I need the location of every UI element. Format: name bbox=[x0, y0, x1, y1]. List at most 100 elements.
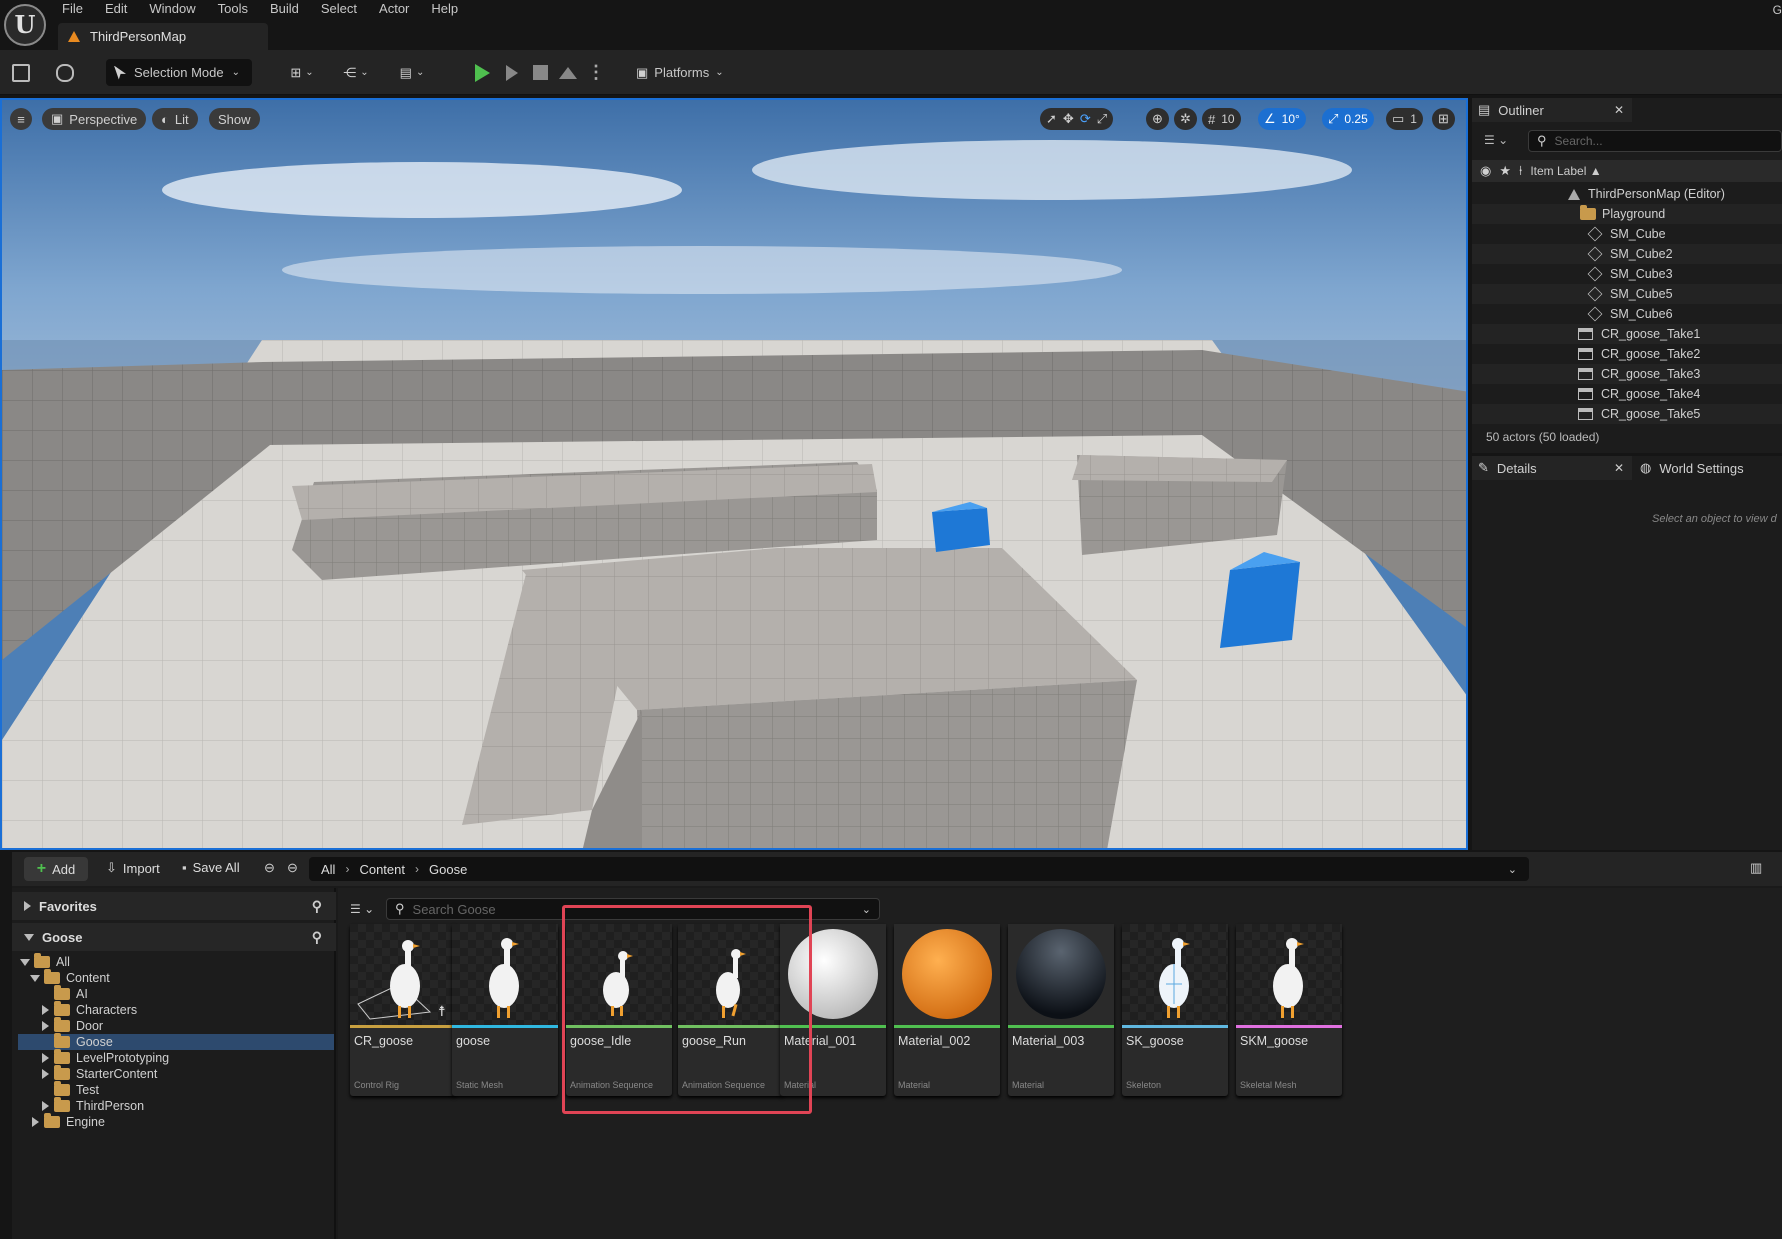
camera-speed-button[interactable]: ▭ 1 bbox=[1386, 108, 1423, 130]
browse-icon[interactable] bbox=[52, 59, 78, 86]
folder-item-test[interactable]: Test bbox=[54, 1081, 334, 1098]
level-viewport[interactable]: ≡ ▣ Perspective ◐ Lit Show ➚ ✥ ⟳ ⤢ ⊕ ✲ #… bbox=[0, 98, 1468, 850]
scale-snap-button[interactable]: ⤢ 0.25 bbox=[1322, 108, 1374, 130]
outliner-row[interactable]: CR_goose_Take2 bbox=[1472, 344, 1782, 364]
asset-tile-material-002[interactable]: Material_002 Material bbox=[894, 924, 1000, 1096]
pin-icon[interactable]: ⍿ bbox=[1519, 163, 1522, 179]
menu-file[interactable]: File bbox=[62, 0, 94, 18]
outliner-row-label: SM_Cube5 bbox=[1610, 287, 1673, 301]
viewport-layout-button[interactable]: ⊞ bbox=[1432, 108, 1455, 130]
folder-item-goose[interactable]: Goose bbox=[18, 1033, 334, 1050]
outliner-tab[interactable]: ▤ Outliner ✕ bbox=[1472, 98, 1632, 122]
outliner-column-header[interactable]: ◉ ★ ⍿ Item Label ▲ bbox=[1472, 160, 1782, 182]
close-icon[interactable]: ✕ bbox=[1614, 461, 1624, 475]
asset-tile-material-003[interactable]: Material_003 Material bbox=[1008, 924, 1114, 1096]
menu-select[interactable]: Select bbox=[321, 0, 368, 18]
breadcrumb-goose[interactable]: Goose bbox=[429, 862, 467, 877]
close-icon[interactable]: ✕ bbox=[1614, 103, 1624, 117]
cinematics-button[interactable]: ▤ ⌄ bbox=[392, 59, 432, 86]
lit-button[interactable]: ◐ Lit bbox=[152, 108, 198, 130]
search-icon[interactable]: ⚲ bbox=[312, 929, 322, 946]
asset-name: goose bbox=[456, 1034, 491, 1048]
platforms-dropdown[interactable]: ▣ Platforms ⌄ bbox=[636, 59, 724, 86]
outliner-row[interactable]: SM_Cube3 bbox=[1472, 264, 1782, 284]
outliner-row[interactable]: SM_Cube bbox=[1472, 224, 1782, 244]
folder-item-all[interactable]: All bbox=[20, 953, 334, 970]
move-tool-icon[interactable]: ✥ bbox=[1063, 111, 1074, 127]
world-space-button[interactable]: ⊕ bbox=[1146, 108, 1169, 130]
save-icon[interactable] bbox=[10, 59, 32, 86]
play-button[interactable] bbox=[470, 59, 494, 86]
asset-tile-cr-goose[interactable]: ☨ CR_goose Control Rig bbox=[350, 924, 456, 1096]
outliner-row[interactable]: CR_goose_Take4 bbox=[1472, 384, 1782, 404]
outliner-row[interactable]: SM_Cube5 bbox=[1472, 284, 1782, 304]
eye-icon[interactable]: ◉ bbox=[1480, 163, 1491, 179]
folder-item-content[interactable]: Content bbox=[30, 969, 334, 986]
add-actor-button[interactable]: ⊞ ⌄ bbox=[282, 59, 322, 86]
chevron-down-icon[interactable]: ⌄ bbox=[1508, 863, 1517, 876]
expand-icon bbox=[32, 1117, 39, 1127]
outliner-row[interactable]: ThirdPersonMap (Editor) bbox=[1472, 184, 1782, 204]
folder-item-engine[interactable]: Engine bbox=[32, 1113, 334, 1130]
perspective-button[interactable]: ▣ Perspective bbox=[42, 108, 147, 130]
star-icon[interactable]: ★ bbox=[1499, 163, 1511, 179]
history-back-button[interactable]: ⊖ bbox=[264, 860, 275, 876]
angle-snap-button[interactable]: ∠ 10° bbox=[1258, 108, 1306, 130]
rotate-tool-icon[interactable]: ⟳ bbox=[1080, 111, 1091, 127]
chevron-down-icon[interactable]: ⌄ bbox=[862, 903, 871, 916]
folder-item-door[interactable]: Door bbox=[42, 1017, 334, 1034]
folder-item-levelprototyping[interactable]: LevelPrototyping bbox=[42, 1049, 334, 1066]
chevron-right-icon[interactable]: › bbox=[415, 862, 419, 876]
chevron-right-icon[interactable]: › bbox=[345, 862, 349, 876]
favorites-header[interactable]: Favorites ⚲ bbox=[12, 892, 336, 920]
search-icon[interactable]: ⚲ bbox=[312, 898, 322, 915]
outliner-row[interactable]: CR_goose_Take1 bbox=[1472, 324, 1782, 344]
document-tab-map[interactable]: ThirdPersonMap bbox=[58, 23, 268, 50]
goose-header[interactable]: Goose ⚲ bbox=[12, 923, 336, 951]
select-tool-icon[interactable]: ➚ bbox=[1046, 111, 1057, 127]
outliner-row[interactable]: CR_goose_Take3 bbox=[1472, 364, 1782, 384]
show-button[interactable]: Show bbox=[209, 108, 260, 130]
folder-item-startercontent[interactable]: StarterContent bbox=[42, 1065, 334, 1082]
filter-icon[interactable]: ☰ ⌄ bbox=[1484, 133, 1508, 147]
menu-edit[interactable]: Edit bbox=[105, 0, 138, 18]
asset-tile-goose[interactable]: goose Static Mesh bbox=[452, 924, 558, 1096]
save-all-button[interactable]: ▪ Save All bbox=[182, 860, 240, 875]
outliner-row[interactable]: SM_Cube6 bbox=[1472, 304, 1782, 324]
grid-snap-button[interactable]: # 10 bbox=[1202, 108, 1241, 130]
unreal-logo-icon[interactable]: U bbox=[4, 4, 46, 46]
outliner-search-input[interactable]: ⚲ Search... bbox=[1528, 130, 1782, 152]
add-button[interactable]: + Add bbox=[24, 857, 88, 881]
menu-build[interactable]: Build bbox=[270, 0, 310, 18]
eject-button[interactable] bbox=[556, 59, 580, 86]
breadcrumb-content[interactable]: Content bbox=[359, 862, 405, 877]
import-button[interactable]: ⇩ Import bbox=[106, 860, 160, 876]
menu-tools[interactable]: Tools bbox=[218, 0, 259, 18]
outliner-row[interactable]: SM_Cube2 bbox=[1472, 244, 1782, 264]
asset-tile-sk-goose[interactable]: SK_goose Skeleton bbox=[1122, 924, 1228, 1096]
details-tab[interactable]: ✎ Details ✕ bbox=[1472, 456, 1632, 480]
stop-button[interactable] bbox=[528, 59, 552, 86]
layout-toggle-button[interactable]: ▥ bbox=[1750, 860, 1762, 876]
history-forward-button[interactable]: ⊖ bbox=[287, 860, 298, 876]
advance-frame-button[interactable] bbox=[500, 59, 524, 86]
surface-snap-button[interactable]: ✲ bbox=[1174, 108, 1197, 130]
play-options-button[interactable]: ⋮ bbox=[587, 59, 605, 86]
filter-icon[interactable]: ☰ ⌄ bbox=[350, 902, 374, 916]
menu-help[interactable]: Help bbox=[431, 0, 469, 18]
asset-tile-skm-goose[interactable]: SKM_goose Skeletal Mesh bbox=[1236, 924, 1342, 1096]
folder-item-thirdperson[interactable]: ThirdPerson bbox=[42, 1097, 334, 1114]
selection-mode-dropdown[interactable]: Selection Mode ⌄ bbox=[106, 59, 252, 86]
outliner-row[interactable]: CR_goose_Take5 bbox=[1472, 404, 1782, 424]
folder-item-ai[interactable]: AI bbox=[54, 985, 334, 1002]
menu-actor[interactable]: Actor bbox=[379, 0, 420, 18]
folder-item-characters[interactable]: Characters bbox=[42, 1001, 334, 1018]
world-settings-tab[interactable]: ◍ World Settings bbox=[1632, 456, 1782, 480]
scale-tool-icon[interactable]: ⤢ bbox=[1097, 111, 1107, 127]
menu-window[interactable]: Window bbox=[149, 0, 206, 18]
viewport-menu-button[interactable]: ≡ bbox=[10, 108, 32, 130]
world-settings-label: World Settings bbox=[1659, 460, 1744, 476]
outliner-row[interactable]: Playground bbox=[1472, 204, 1782, 224]
blueprint-button[interactable]: ⋲ ⌄ bbox=[336, 59, 376, 86]
breadcrumb-all[interactable]: All bbox=[321, 862, 335, 877]
